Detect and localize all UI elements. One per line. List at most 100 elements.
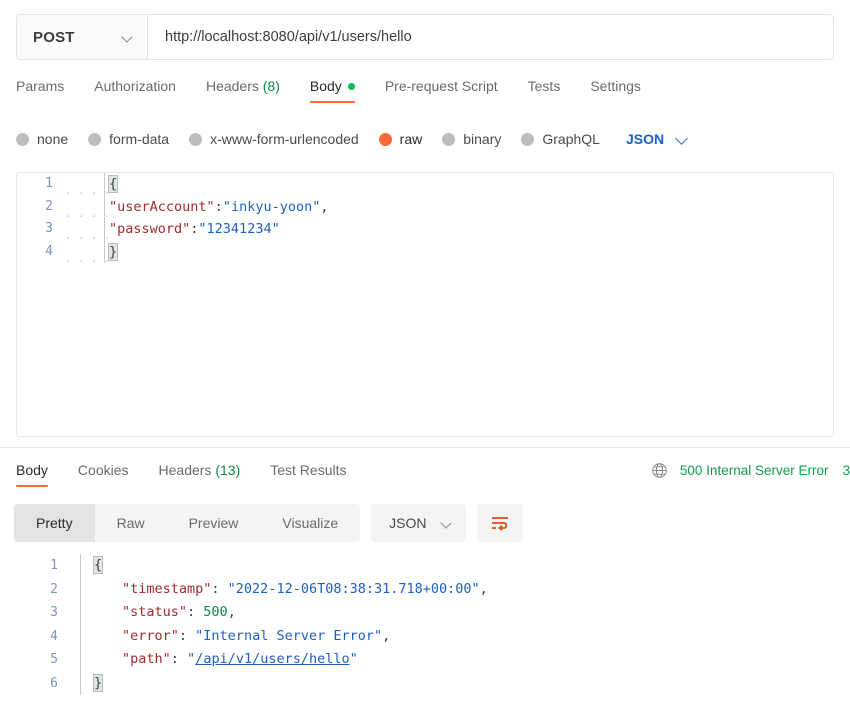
tab-settings[interactable]: Settings bbox=[590, 76, 641, 103]
tab-params[interactable]: Params bbox=[16, 76, 64, 103]
json-value: "inkyu-yoon" bbox=[222, 198, 321, 215]
body-type-row: none form-data x-www-form-urlencoded raw… bbox=[16, 124, 834, 154]
json-key: "status" bbox=[122, 604, 188, 620]
http-method-label: POST bbox=[33, 28, 75, 46]
json-link-value[interactable]: /api/v1/users/hello bbox=[195, 651, 349, 667]
body-type-binary[interactable]: binary bbox=[442, 131, 501, 147]
line-number: 6 bbox=[50, 675, 58, 691]
line-number: 2 bbox=[45, 198, 53, 214]
view-mode-raw[interactable]: Raw bbox=[95, 504, 167, 542]
response-code-area: 1 { 2 "timestamp": "2022-12-06T08:38:31.… bbox=[16, 554, 834, 695]
line-number: 4 bbox=[50, 628, 58, 644]
indent-guide: ···· bbox=[63, 240, 110, 268]
view-mode-label: Preview bbox=[188, 515, 239, 531]
radio-icon bbox=[88, 132, 102, 146]
body-type-form-data[interactable]: form-data bbox=[88, 131, 169, 147]
request-tab-bar: Params Authorization Headers (8) Body Pr… bbox=[16, 76, 834, 110]
tab-authorization[interactable]: Authorization bbox=[94, 76, 176, 103]
fold-guide bbox=[72, 671, 90, 695]
code-text: { bbox=[90, 554, 104, 578]
tab-body[interactable]: Body bbox=[309, 76, 355, 103]
view-mode-pretty[interactable]: Pretty bbox=[14, 504, 95, 542]
json-key: "userAccount" bbox=[109, 198, 215, 215]
code-text: "status": 500, bbox=[90, 601, 236, 625]
radio-icon bbox=[442, 132, 456, 146]
view-mode-visualize[interactable]: Visualize bbox=[260, 504, 360, 542]
code-text: "path": "/api/v1/users/hello" bbox=[122, 651, 358, 667]
body-type-graphql[interactable]: GraphQL bbox=[521, 131, 600, 147]
response-tab-bar: Body Cookies Headers (13) Test Results bbox=[16, 460, 576, 492]
tab-headers[interactable]: Headers (8) bbox=[206, 76, 280, 103]
fold-guide bbox=[72, 577, 90, 601]
code-text: "userAccount":"inkyu-yoon", bbox=[105, 196, 329, 219]
response-headers-count: (13) bbox=[215, 462, 241, 478]
response-tab-headers[interactable]: Headers (13) bbox=[159, 460, 241, 487]
body-type-none[interactable]: none bbox=[16, 131, 68, 147]
word-wrap-button[interactable] bbox=[476, 504, 523, 542]
globe-icon bbox=[652, 463, 667, 478]
indent-guide: ···· bbox=[63, 218, 110, 245]
view-mode-label: Visualize bbox=[282, 515, 339, 531]
fold-guide bbox=[72, 648, 90, 672]
tab-pre-request-script[interactable]: Pre-request Script bbox=[385, 76, 498, 103]
code-line: 4 ···· } bbox=[17, 240, 833, 268]
tab-label: Params bbox=[16, 78, 65, 94]
code-line: 3 ···· "password":"12341234" bbox=[17, 218, 833, 245]
request-body-editor[interactable]: 1 ···· { 2 ···· "userAccount":"inkyu-yoo… bbox=[16, 172, 834, 437]
http-method-select[interactable]: POST bbox=[17, 15, 148, 59]
json-comma: , bbox=[382, 627, 391, 644]
line-number: 1 bbox=[45, 176, 53, 191]
line-number: 1 bbox=[50, 558, 58, 573]
json-key: "error" bbox=[122, 627, 179, 644]
json-colon: : bbox=[170, 651, 188, 667]
line-number: 3 bbox=[50, 605, 58, 620]
body-type-label: x-www-form-urlencoded bbox=[210, 131, 359, 147]
body-type-label: GraphQL bbox=[542, 131, 600, 147]
tab-label: Tests bbox=[527, 78, 561, 94]
response-tab-body[interactable]: Body bbox=[16, 460, 48, 487]
line-number: 2 bbox=[50, 581, 58, 597]
raw-format-label: JSON bbox=[625, 131, 665, 147]
tab-label: Headers bbox=[158, 462, 212, 478]
body-type-raw[interactable]: raw bbox=[378, 131, 423, 147]
response-format-label: JSON bbox=[389, 515, 427, 531]
fold-guide bbox=[72, 601, 90, 625]
radio-icon bbox=[16, 132, 29, 146]
close-brace: } bbox=[92, 673, 104, 692]
fold-guide bbox=[72, 624, 90, 648]
tab-label: Cookies bbox=[77, 462, 129, 478]
panel-divider bbox=[0, 447, 850, 448]
radio-icon-selected bbox=[378, 132, 392, 146]
json-colon: : bbox=[211, 580, 228, 597]
raw-format-select[interactable]: JSON bbox=[626, 131, 688, 147]
response-view-toolbar: Pretty Raw Preview Visualize JSON bbox=[14, 504, 523, 542]
response-body-viewer[interactable]: 1 { 2 "timestamp": "2022-12-06T08:38:31.… bbox=[16, 554, 834, 714]
request-url-bar: POST http://localhost:8080/api/v1/users/… bbox=[16, 14, 834, 60]
response-time-text: 3 bbox=[842, 463, 850, 478]
line-number: 4 bbox=[45, 243, 53, 259]
tab-label: Body bbox=[16, 462, 48, 478]
json-value: "12341234" bbox=[198, 221, 280, 238]
tab-label: Body bbox=[309, 78, 342, 94]
body-type-label: binary bbox=[463, 131, 502, 147]
body-type-label: raw bbox=[399, 131, 423, 147]
headers-count: (8) bbox=[262, 78, 280, 94]
response-tab-test-results[interactable]: Test Results bbox=[270, 460, 346, 487]
response-tab-cookies[interactable]: Cookies bbox=[78, 460, 129, 487]
indent-guide: ···· bbox=[63, 195, 110, 223]
json-key: "password" bbox=[109, 221, 191, 238]
json-value: "2022-12-06T08:38:31.718+00:00" bbox=[227, 580, 480, 597]
view-mode-preview[interactable]: Preview bbox=[167, 504, 261, 542]
body-type-urlencoded[interactable]: x-www-form-urlencoded bbox=[189, 131, 359, 147]
tab-tests[interactable]: Tests bbox=[528, 76, 561, 103]
json-comma: , bbox=[227, 604, 236, 620]
body-type-label: form-data bbox=[109, 131, 170, 147]
response-format-select[interactable]: JSON bbox=[371, 504, 466, 542]
radio-icon bbox=[521, 132, 535, 146]
code-line: 5 "path": "/api/v1/users/hello" bbox=[16, 648, 834, 672]
request-url-input[interactable]: http://localhost:8080/api/v1/users/hello bbox=[148, 15, 833, 59]
code-text: "password":"12341234" bbox=[105, 218, 280, 241]
line-number: 3 bbox=[45, 221, 53, 237]
response-view-mode-group: Pretty Raw Preview Visualize bbox=[14, 504, 361, 542]
tab-label: Settings bbox=[590, 78, 641, 94]
